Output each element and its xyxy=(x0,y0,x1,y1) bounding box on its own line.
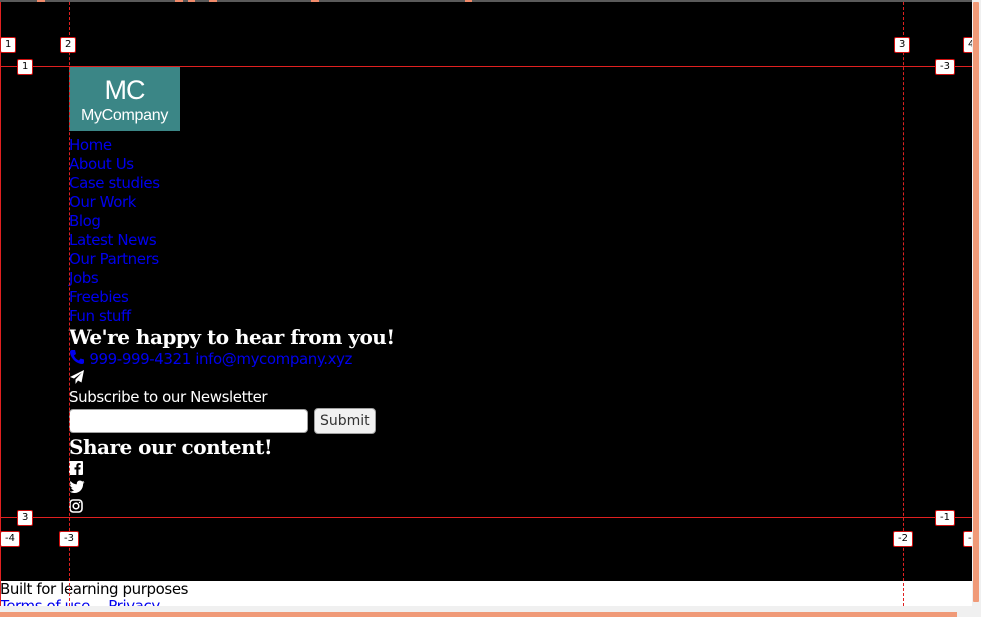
grid-label-col-bottom: -4 xyxy=(0,531,20,547)
grid-label-col-bottom: -3 xyxy=(59,531,79,547)
horizontal-scrollbar[interactable] xyxy=(0,606,972,617)
nav-link-blog[interactable]: Blog xyxy=(69,212,101,230)
nav-link-latest-news[interactable]: Latest News xyxy=(69,231,157,249)
grid-label-row-right: -3 xyxy=(935,59,955,75)
logo-name: MyCompany xyxy=(80,106,169,124)
footer-built-text: Built for learning purposes xyxy=(0,580,189,598)
footer-link-privacy[interactable]: Privacy xyxy=(108,597,160,607)
horizontal-scrollbar-thumb[interactable] xyxy=(0,612,957,617)
grid-label-col-bottom: -2 xyxy=(893,531,913,547)
nav-link-fun-stuff[interactable]: Fun stuff xyxy=(69,307,131,325)
share-heading: Share our content! xyxy=(69,435,273,459)
grid-label-col-bottom: -1 xyxy=(963,531,972,547)
contact-heading: We're happy to hear from you! xyxy=(69,325,395,349)
nav-link-about-us[interactable]: About Us xyxy=(69,155,134,173)
logo-initials: MC xyxy=(104,74,146,105)
paper-plane-icon[interactable] xyxy=(69,369,85,389)
email-link[interactable]: info@mycompany.xyz xyxy=(195,350,352,368)
newsletter-submit-button[interactable]: Submit xyxy=(314,408,376,434)
nav-link-home[interactable]: Home xyxy=(69,136,112,154)
nav-link-jobs[interactable]: Jobs xyxy=(69,269,99,287)
vertical-scrollbar-thumb[interactable] xyxy=(973,2,979,602)
newsletter-form: Submit xyxy=(69,407,903,435)
browser-viewport: MC MyCompany Home About Us Case studies … xyxy=(0,0,972,606)
contact-line: 999-999-4321 info@mycompany.xyz xyxy=(69,349,903,368)
facebook-icon[interactable] xyxy=(69,460,83,479)
grid-label-row-left: 1 xyxy=(17,59,34,75)
vertical-scrollbar[interactable] xyxy=(972,0,981,606)
grid-label-col-top: 1 xyxy=(0,37,17,53)
footer-links: Terms of use Privacy xyxy=(0,597,972,607)
grid-label-row-right: -1 xyxy=(935,510,955,526)
nav-link-case-studies[interactable]: Case studies xyxy=(69,174,160,192)
grid-label-row-left: 3 xyxy=(17,510,34,526)
grid-label-col-top: 3 xyxy=(894,37,911,53)
send-row xyxy=(69,368,903,387)
phone-icon xyxy=(69,349,85,370)
main-content: MC MyCompany Home About Us Case studies … xyxy=(69,67,903,516)
grid-label-col-top: 4 xyxy=(963,37,972,53)
page-footer: Built for learning purposes Terms of use… xyxy=(0,581,972,606)
instagram-icon[interactable] xyxy=(69,498,83,517)
grid-label-col-top: 2 xyxy=(60,37,77,53)
nav-link-freebies[interactable]: Freebies xyxy=(69,288,129,306)
footer-link-terms[interactable]: Terms of use xyxy=(0,597,90,607)
nav-link-our-partners[interactable]: Our Partners xyxy=(69,250,159,268)
newsletter-email-input[interactable] xyxy=(69,409,308,433)
phone-link[interactable]: 999-999-4321 xyxy=(89,350,191,368)
nav-link-our-work[interactable]: Our Work xyxy=(69,193,136,211)
main-nav: Home About Us Case studies Our Work Blog… xyxy=(69,135,903,325)
newsletter-label: Subscribe to our Newsletter xyxy=(69,388,268,406)
company-logo[interactable]: MC MyCompany xyxy=(69,67,180,131)
twitter-icon[interactable] xyxy=(69,479,85,498)
